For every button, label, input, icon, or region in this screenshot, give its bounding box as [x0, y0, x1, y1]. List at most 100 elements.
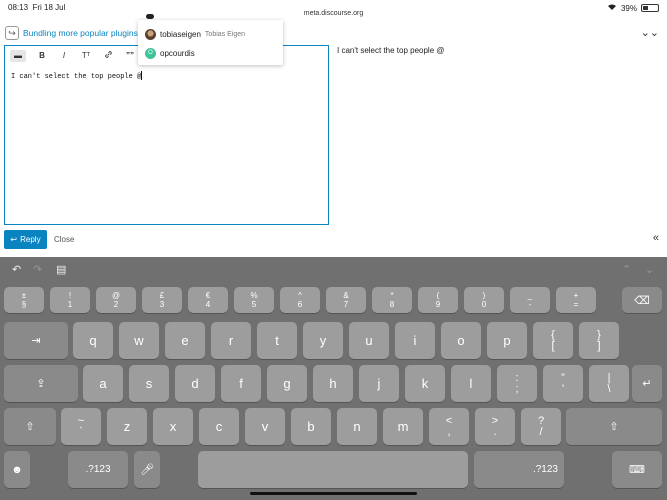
reply-button[interactable]: ↩ Reply — [4, 230, 47, 249]
number-key[interactable]: ± § — [4, 287, 44, 313]
key-label-bottom: - — [528, 300, 532, 309]
quote-icon[interactable]: ”” — [124, 50, 136, 62]
number-key[interactable]: _ - — [510, 287, 550, 313]
key-label: e — [181, 333, 189, 348]
letter-key[interactable]: o — [441, 322, 481, 359]
numeric-key-left[interactable]: .?123 — [68, 451, 128, 488]
letter-key[interactable]: r — [211, 322, 251, 359]
symbol-key[interactable]: ? / — [521, 408, 561, 445]
expand-composer-icon[interactable]: « — [653, 232, 659, 244]
italic-icon[interactable]: I — [58, 50, 70, 62]
numeric-key-right[interactable]: .?123 — [474, 451, 564, 488]
space-bar[interactable] — [198, 451, 468, 488]
letter-key[interactable]: g — [267, 365, 307, 402]
letter-key[interactable]: i — [395, 322, 435, 359]
toggle-rich-editor-icon[interactable]: ▬ — [10, 50, 26, 62]
mention-item[interactable]: O opcourdis — [145, 46, 195, 60]
symbol-key[interactable]: :; — [497, 365, 537, 402]
symbol-key[interactable]: >. — [475, 408, 515, 445]
letter-key[interactable]: h — [313, 365, 353, 402]
key-label: m — [397, 419, 409, 434]
composer-header: ↪ Bundling more popular plugins ⌄⌄ — [0, 22, 667, 44]
letter-key[interactable]: c — [199, 408, 239, 445]
return-key[interactable]: ↵ — [632, 365, 662, 402]
redo-icon[interactable]: ↷ — [33, 263, 42, 276]
topic-title-link[interactable]: Bundling more popular plugins — [23, 28, 138, 38]
emoji-key[interactable]: ☻ — [4, 451, 30, 488]
delete-key[interactable]: ⌫ — [622, 287, 662, 313]
letter-key[interactable]: s — [129, 365, 169, 402]
chevron-up-icon[interactable]: ⌃ — [622, 263, 631, 276]
number-key[interactable]: ^ 6 — [280, 287, 320, 313]
shift-key-right[interactable]: ⇧ — [566, 408, 662, 445]
number-key[interactable]: (9 — [418, 287, 458, 313]
letter-key[interactable]: t — [257, 322, 297, 359]
chevron-down-icon[interactable]: ⌄ — [645, 263, 654, 276]
letter-key[interactable]: j — [359, 365, 399, 402]
caps-lock-key[interactable]: ⇪ — [4, 365, 78, 402]
number-key[interactable]: €4 — [188, 287, 228, 313]
link-icon[interactable] — [102, 50, 114, 62]
composer-editor[interactable]: ▬ B I Tᵀ ”” I can't select the top peopl… — [4, 45, 329, 225]
letter-key[interactable]: e — [165, 322, 205, 359]
key-label: y — [319, 333, 327, 348]
letter-key[interactable]: n — [337, 408, 377, 445]
wifi-icon — [607, 3, 617, 13]
letter-key[interactable]: a — [83, 365, 123, 402]
shift-key-left[interactable]: ⇧ — [4, 408, 56, 445]
paste-icon[interactable]: ▤ — [56, 263, 66, 276]
number-key[interactable]: + = — [556, 287, 596, 313]
mention-item[interactable]: tobiaseigen Tobias Eigen — [145, 27, 245, 41]
letter-key[interactable]: d — [175, 365, 215, 402]
letter-key[interactable]: v — [245, 408, 285, 445]
symbol-key[interactable]: ” ' — [543, 365, 583, 402]
key-label-top: ” — [561, 371, 565, 384]
number-key[interactable]: & 7 — [326, 287, 366, 313]
key-label-top: € — [205, 291, 211, 300]
letter-key[interactable]: k — [405, 365, 445, 402]
undo-icon[interactable]: ↶ — [12, 263, 21, 276]
number-key[interactable]: ) 0 — [464, 287, 504, 313]
tab-key[interactable]: ⇥ — [4, 322, 68, 359]
letter-key[interactable]: m — [383, 408, 423, 445]
symbol-key[interactable]: <, — [429, 408, 469, 445]
letter-key[interactable]: w — [119, 322, 159, 359]
symbol-key[interactable]: ~ ` — [61, 408, 101, 445]
number-key[interactable]: £3 — [142, 287, 182, 313]
letter-key[interactable]: y — [303, 322, 343, 359]
key-label: l — [469, 376, 473, 391]
letter-key[interactable]: x — [153, 408, 193, 445]
letter-key[interactable]: u — [349, 322, 389, 359]
number-key[interactable]: * 8 — [372, 287, 412, 313]
avatar — [145, 28, 156, 40]
key-label-top: & — [343, 291, 349, 300]
key-label: n — [353, 419, 361, 434]
letter-key[interactable]: b — [291, 408, 331, 445]
mention-fullname: Tobias Eigen — [204, 30, 246, 38]
key-label-top: ) — [482, 291, 486, 300]
heading-icon[interactable]: Tᵀ — [80, 50, 92, 62]
microphone-icon[interactable]: 🎤︎ — [134, 451, 160, 488]
key-label-top: _ — [527, 291, 533, 300]
symbol-key[interactable]: | \ — [589, 365, 629, 402]
collapse-composer-icon[interactable]: ⌄⌄ — [641, 26, 659, 39]
number-key[interactable]: % 5 — [234, 287, 274, 313]
address-bar-url[interactable]: meta.discourse.org — [0, 10, 667, 17]
letter-key[interactable]: z — [107, 408, 147, 445]
letter-key[interactable]: p — [487, 322, 527, 359]
letter-key[interactable]: q — [73, 322, 113, 359]
hide-keyboard-icon[interactable]: ⌨ — [612, 451, 662, 488]
reply-to-topic-icon[interactable]: ↪ — [5, 26, 19, 40]
symbol-key[interactable]: {[ — [533, 322, 573, 359]
number-key[interactable]: ! 1 — [50, 287, 90, 313]
bold-icon[interactable]: B — [36, 50, 48, 62]
symbol-key[interactable]: }] — [579, 322, 619, 359]
close-button[interactable]: Close — [54, 235, 74, 244]
home-indicator — [250, 492, 417, 495]
letter-key[interactable]: f — [221, 365, 261, 402]
key-label-top: ! — [68, 291, 72, 300]
mention-username: tobiaseigen — [160, 29, 201, 39]
editor-textarea[interactable]: I can't select the top people @ — [11, 71, 143, 81]
letter-key[interactable]: l — [451, 365, 491, 402]
number-key[interactable]: @2 — [96, 287, 136, 313]
